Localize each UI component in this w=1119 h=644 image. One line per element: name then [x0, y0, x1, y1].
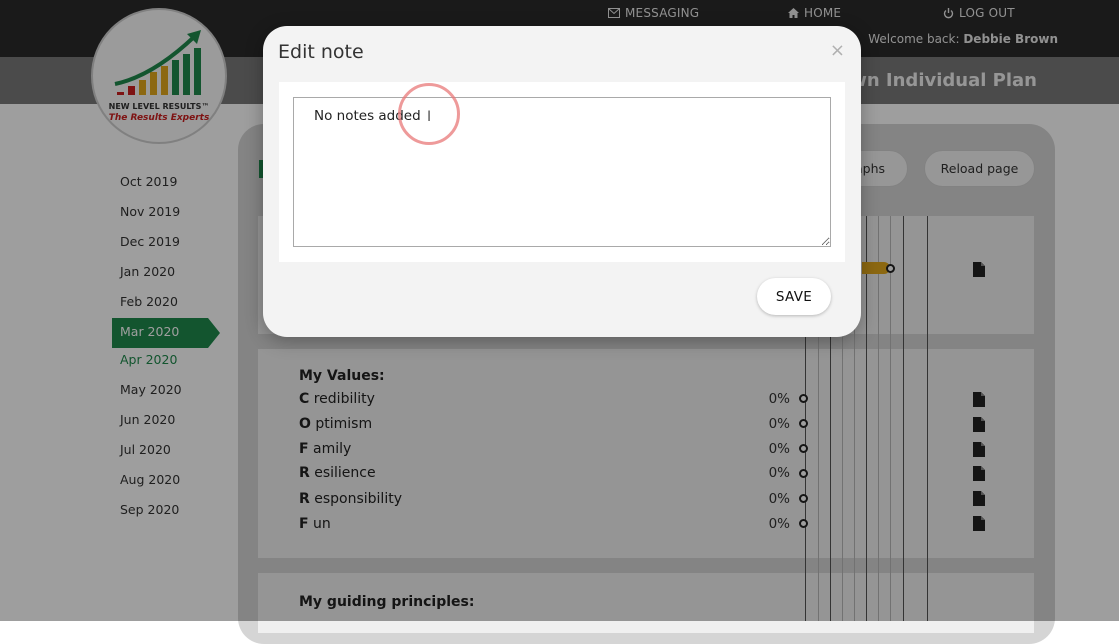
save-button[interactable]: SAVE — [757, 278, 831, 315]
modal-body: No notes added — [279, 82, 845, 262]
note-textarea[interactable]: No notes added — [293, 97, 831, 247]
modal-title: Edit note — [278, 41, 364, 63]
close-icon[interactable]: × — [830, 40, 845, 61]
edit-note-modal: Edit note × No notes added SAVE I — [263, 26, 861, 337]
